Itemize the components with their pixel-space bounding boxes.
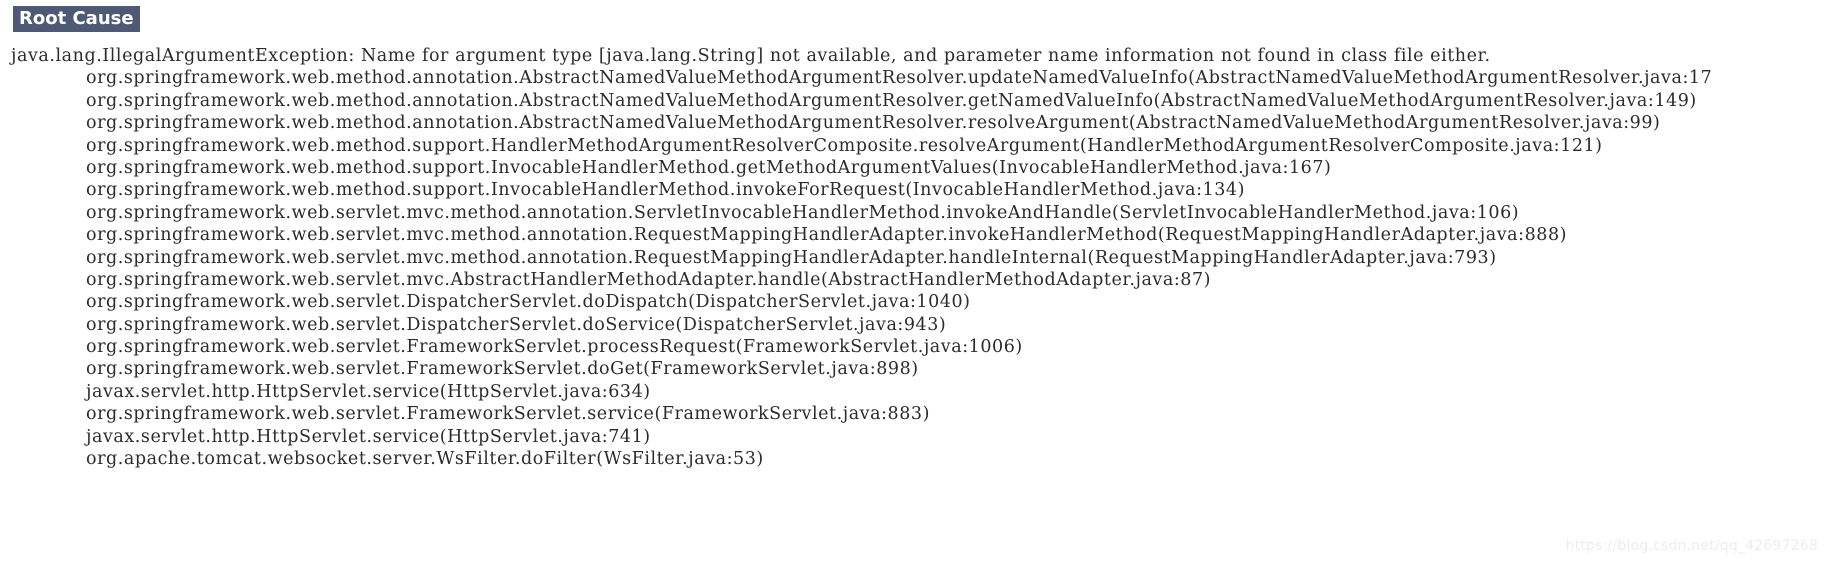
- stack-frame-line: org.springframework.web.method.annotatio…: [86, 68, 1713, 89]
- stack-frame-line: org.springframework.web.servlet.Framewor…: [86, 359, 919, 380]
- stack-frame-line: org.springframework.web.servlet.mvc.meth…: [86, 202, 1520, 223]
- root-cause-heading-row: Root Cause: [0, 5, 140, 33]
- stack-frame-line: org.springframework.web.servlet.mvc.meth…: [86, 225, 1568, 246]
- stack-frame-line: org.springframework.web.servlet.Dispatch…: [86, 292, 971, 313]
- exception-message-line: java.lang.IllegalArgumentException: Name…: [11, 46, 1491, 66]
- root-cause-page: Root Cause java.lang.IllegalArgumentExce…: [0, 0, 1832, 564]
- stack-frame-line: org.springframework.web.method.annotatio…: [86, 90, 1697, 111]
- stack-trace-block: java.lang.IllegalArgumentException: Name…: [0, 45, 1832, 545]
- stack-frame-line: org.springframework.web.servlet.mvc.Abst…: [86, 269, 1212, 290]
- stack-frame-line: org.springframework.web.servlet.Framewor…: [86, 337, 1023, 358]
- stack-frame-line: org.springframework.web.servlet.Dispatch…: [86, 314, 947, 335]
- stack-frame-line: org.apache.tomcat.websocket.server.WsFil…: [86, 449, 764, 470]
- page-title: Root Cause: [13, 6, 140, 32]
- stack-frame-line: javax.servlet.http.HttpServlet.service(H…: [86, 426, 651, 447]
- stack-frame-line: org.springframework.web.method.annotatio…: [86, 113, 1661, 134]
- stack-frame-line: org.springframework.web.method.support.I…: [86, 157, 1332, 178]
- stack-frame-line: org.springframework.web.servlet.mvc.meth…: [86, 247, 1497, 268]
- stack-frame-line: javax.servlet.http.HttpServlet.service(H…: [86, 381, 651, 402]
- stack-frame-line: org.springframework.web.servlet.Framewor…: [86, 404, 930, 425]
- stack-frame-line: org.springframework.web.method.support.H…: [86, 135, 1603, 156]
- stack-frame-line: org.springframework.web.method.support.I…: [86, 180, 1245, 201]
- blog-watermark: https://blog.csdn.net/qq_42697268: [1565, 538, 1818, 554]
